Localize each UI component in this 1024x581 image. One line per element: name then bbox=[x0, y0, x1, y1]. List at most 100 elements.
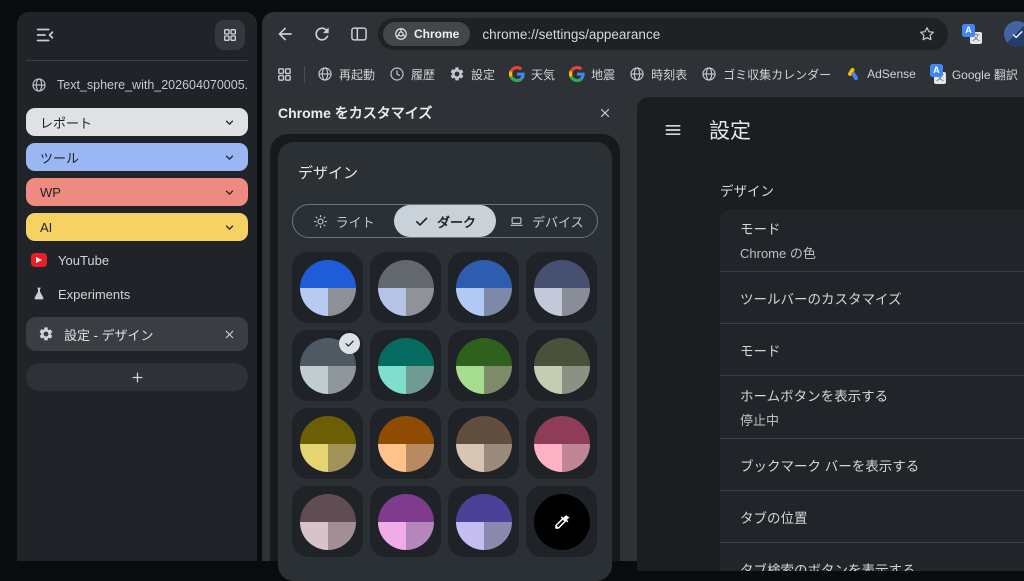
theme-color-circle bbox=[456, 260, 512, 316]
close-tab-icon[interactable] bbox=[223, 328, 236, 341]
flask-icon bbox=[31, 286, 47, 302]
chevron-down-icon bbox=[223, 221, 236, 234]
theme-color-circle bbox=[378, 338, 434, 394]
reload-button[interactable] bbox=[312, 24, 332, 44]
hamburger-menu-icon[interactable] bbox=[663, 120, 683, 140]
back-button[interactable] bbox=[275, 24, 295, 44]
address-bar[interactable]: Chrome chrome://settings/appearance bbox=[378, 18, 948, 50]
settings-row[interactable]: タブ検索のボタンを表示する bbox=[720, 542, 1024, 571]
panel-header: Chrome をカスタマイズ bbox=[262, 92, 628, 134]
side-panel-icon[interactable] bbox=[349, 24, 369, 44]
theme-swatch[interactable] bbox=[292, 330, 363, 401]
theme-color-circle bbox=[534, 494, 590, 550]
sidebar-tab[interactable]: Experiments bbox=[17, 279, 257, 309]
tab-label: Experiments bbox=[58, 287, 130, 302]
theme-swatch[interactable] bbox=[448, 330, 519, 401]
bookmark-item[interactable]: AdSense bbox=[845, 66, 916, 82]
settings-row[interactable]: モード bbox=[720, 323, 1024, 375]
theme-swatch[interactable] bbox=[526, 330, 597, 401]
sidebar-tab[interactable]: YouTube bbox=[17, 245, 257, 275]
theme-swatch[interactable] bbox=[292, 252, 363, 323]
theme-swatch[interactable] bbox=[370, 252, 441, 323]
tab-group-pill[interactable]: ツール bbox=[26, 143, 248, 171]
close-panel-icon[interactable] bbox=[598, 106, 612, 120]
url-text[interactable]: chrome://settings/appearance bbox=[482, 27, 918, 42]
theme-swatch[interactable] bbox=[370, 486, 441, 557]
mode-segment[interactable]: ダーク bbox=[394, 205, 495, 237]
tab-group-pill[interactable]: レポート bbox=[26, 108, 248, 136]
apps-grid-icon[interactable] bbox=[276, 66, 293, 83]
site-chip-label: Chrome bbox=[414, 27, 459, 41]
bookmark-item[interactable]: 時刻表 bbox=[629, 66, 687, 83]
site-chip[interactable]: Chrome bbox=[383, 22, 470, 46]
sidebar-tab-image[interactable]: Text_sphere_with_202604070005.j bbox=[17, 69, 257, 101]
chevron-down-icon bbox=[223, 116, 236, 129]
check-extension-icon bbox=[1004, 21, 1024, 47]
theme-color-circle bbox=[456, 416, 512, 472]
tab-group-pill[interactable]: AI bbox=[26, 213, 248, 241]
tab-group-label: ツール bbox=[40, 148, 223, 167]
mode-segment[interactable]: デバイス bbox=[496, 205, 597, 237]
color-picker-button[interactable] bbox=[526, 486, 597, 557]
bookmark-label: 設定 bbox=[471, 66, 495, 83]
plus-icon bbox=[130, 370, 145, 385]
bookmark-item[interactable]: 天気 bbox=[509, 66, 555, 83]
history-icon bbox=[389, 66, 405, 82]
mode-segment[interactable]: ライト bbox=[293, 205, 394, 237]
settings-header: 設定 bbox=[637, 97, 1024, 145]
selected-check-badge bbox=[339, 333, 360, 354]
extension-button[interactable] bbox=[1004, 21, 1024, 47]
theme-swatch[interactable] bbox=[370, 330, 441, 401]
bookmark-item[interactable]: 文A Google 翻訳 bbox=[930, 66, 1018, 83]
bookmark-label: 天気 bbox=[531, 66, 555, 83]
settings-row[interactable]: ブックマーク バーを表示する bbox=[720, 438, 1024, 490]
settings-card: モード Chrome の色 ツールバーのカスタマイズ モード ホームボタンを表示… bbox=[720, 209, 1024, 571]
theme-swatch[interactable] bbox=[448, 486, 519, 557]
bookmark-item[interactable]: ゴミ収集カレンダー bbox=[701, 66, 831, 83]
bookmark-item[interactable]: 地震 bbox=[569, 66, 615, 83]
collapse-sidebar-icon[interactable] bbox=[34, 24, 56, 46]
customize-chrome-panel: Chrome をカスタマイズ デザイン ライト ダーク デバイス bbox=[262, 92, 628, 561]
settings-row-label: ツールバーのカスタマイズ bbox=[740, 288, 1008, 308]
theme-swatch[interactable] bbox=[370, 408, 441, 479]
settings-row-sublabel: 停止中 bbox=[740, 410, 1008, 429]
theme-swatch[interactable] bbox=[292, 408, 363, 479]
youtube-icon bbox=[31, 252, 47, 268]
new-tab-button[interactable] bbox=[26, 363, 248, 391]
bookmark-star-icon[interactable] bbox=[918, 25, 936, 43]
tab-groups-button[interactable] bbox=[215, 20, 245, 50]
grid-icon bbox=[222, 27, 238, 43]
translate-button[interactable]: 文A bbox=[962, 24, 982, 44]
settings-row-label: モード bbox=[740, 340, 1008, 360]
theme-color-circle bbox=[300, 260, 356, 316]
bookmark-item[interactable]: 設定 bbox=[449, 66, 495, 83]
adsense-icon bbox=[845, 66, 861, 82]
bookmark-item[interactable]: 再起動 bbox=[317, 66, 375, 83]
settings-row-label: モード bbox=[740, 218, 1008, 238]
theme-swatch[interactable] bbox=[526, 252, 597, 323]
theme-swatch[interactable] bbox=[526, 408, 597, 479]
globe-icon bbox=[701, 66, 717, 82]
theme-color-circle bbox=[300, 416, 356, 472]
tab-group-label: レポート bbox=[40, 113, 223, 132]
active-tab-title: 設定 - デザイン bbox=[64, 325, 213, 344]
google-icon bbox=[509, 66, 525, 82]
tab-group-pill[interactable]: WP bbox=[26, 178, 248, 206]
settings-row-label: ブックマーク バーを表示する bbox=[740, 455, 1008, 475]
settings-row[interactable]: ツールバーのカスタマイズ bbox=[720, 271, 1024, 323]
toolbar: Chrome chrome://settings/appearance 文A bbox=[262, 12, 1024, 56]
mode-segmented-control: ライト ダーク デバイス bbox=[292, 204, 598, 238]
settings-row[interactable]: タブの位置 bbox=[720, 490, 1024, 542]
segment-label: デバイス bbox=[532, 212, 584, 231]
globe-icon bbox=[629, 66, 645, 82]
settings-row[interactable]: モード Chrome の色 bbox=[720, 209, 1024, 271]
settings-row[interactable]: ホームボタンを表示する 停止中 bbox=[720, 375, 1024, 438]
sidebar-tab-active-settings[interactable]: 設定 - デザイン bbox=[26, 317, 248, 351]
theme-swatch[interactable] bbox=[448, 252, 519, 323]
settings-section-label: デザイン bbox=[720, 180, 774, 200]
theme-swatch[interactable] bbox=[292, 486, 363, 557]
globe-icon bbox=[317, 66, 333, 82]
bookmark-item[interactable]: 履歴 bbox=[389, 66, 435, 83]
theme-swatch[interactable] bbox=[448, 408, 519, 479]
settings-page: 設定 デザイン モード Chrome の色 ツールバーのカスタマイズ モード ホ… bbox=[637, 97, 1024, 571]
